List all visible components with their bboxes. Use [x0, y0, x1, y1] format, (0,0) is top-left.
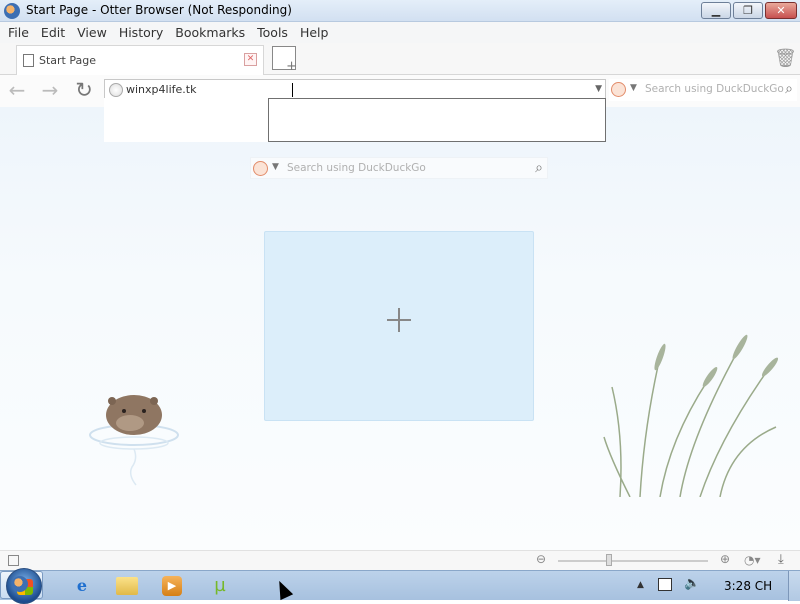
menu-bar: File Edit View History Bookmarks Tools H…	[0, 22, 800, 43]
zoom-out-icon[interactable]: ⊖	[536, 552, 546, 566]
utorrent-icon[interactable]: µ	[208, 574, 232, 598]
status-bar: ⊖ ⊕ ◔▾ ⤓	[0, 550, 800, 570]
plus-icon	[387, 308, 411, 332]
menu-view[interactable]: View	[73, 25, 115, 40]
menu-bookmarks[interactable]: Bookmarks	[171, 25, 253, 40]
cookies-icon[interactable]: ◔▾	[744, 553, 761, 567]
reeds-illustration	[603, 334, 779, 497]
chevron-down-icon[interactable]: ▼	[595, 84, 602, 94]
duckduckgo-icon[interactable]	[253, 161, 268, 176]
search-icon[interactable]: ⌕	[785, 81, 793, 97]
start-page-content: ▼ Search using DuckDuckGo ⌕	[0, 107, 800, 550]
chevron-down-icon[interactable]: ▼	[272, 162, 279, 172]
autocomplete-list[interactable]	[268, 98, 606, 142]
search-icon[interactable]: ⌕	[535, 160, 543, 176]
tab-label: Start Page	[39, 54, 96, 67]
menu-help[interactable]: Help	[296, 25, 337, 40]
chevron-down-icon[interactable]: ▼	[630, 83, 637, 93]
tab-start-page[interactable]: Start Page ✕	[16, 45, 264, 75]
maximize-button[interactable]: ❐	[733, 2, 763, 19]
window-title: Start Page - Otter Browser (Not Respondi…	[26, 3, 292, 17]
windows-taskbar: e ▶ µ ▲ 🔈 3:28 CH	[0, 568, 800, 604]
zoom-slider-handle[interactable]	[606, 554, 612, 566]
sidebar-toggle-icon[interactable]	[8, 555, 19, 566]
network-icon[interactable]	[658, 578, 672, 591]
zoom-in-icon[interactable]: ⊕	[720, 552, 730, 566]
show-desktop-button[interactable]	[788, 571, 800, 601]
taskbar-clock[interactable]: 3:28 CH	[724, 579, 772, 593]
minimize-button[interactable]: ▁	[701, 2, 731, 19]
menu-file[interactable]: File	[4, 25, 37, 40]
new-tab-button[interactable]	[272, 46, 297, 74]
add-speed-dial-tile[interactable]	[264, 231, 534, 421]
menu-history[interactable]: History	[115, 25, 171, 40]
show-hidden-icons-icon[interactable]: ▲	[637, 580, 644, 590]
volume-icon[interactable]: 🔈	[684, 576, 700, 591]
trash-icon[interactable]: 🗑	[774, 48, 797, 70]
start-page-search-field[interactable]: ▼ Search using DuckDuckGo ⌕	[250, 157, 548, 179]
start-page-search-placeholder: Search using DuckDuckGo	[287, 162, 426, 174]
duckduckgo-icon[interactable]	[611, 82, 626, 97]
close-tab-icon[interactable]: ✕	[244, 53, 257, 66]
zoom-slider[interactable]	[558, 560, 708, 562]
menu-tools[interactable]: Tools	[253, 25, 296, 40]
globe-icon	[109, 83, 123, 97]
page-icon	[23, 54, 34, 67]
tab-bar: Start Page ✕ 🗑	[0, 43, 800, 75]
otter-browser-icon	[4, 3, 20, 19]
internet-explorer-icon[interactable]: e	[70, 574, 94, 598]
text-caret	[292, 83, 293, 97]
reload-icon[interactable]: ↻	[72, 79, 96, 103]
forward-arrow-icon[interactable]: →	[38, 79, 62, 103]
download-icon[interactable]: ⤓	[778, 552, 784, 567]
back-arrow-icon[interactable]: ←	[5, 79, 29, 103]
file-explorer-icon[interactable]	[116, 577, 138, 595]
otter-illustration	[89, 395, 179, 486]
address-autocomplete-popup	[104, 98, 606, 142]
popup-blank-area	[104, 98, 268, 142]
search-placeholder: Search using DuckDuckGo	[645, 83, 784, 95]
address-text: winxp4life.tk	[126, 83, 197, 96]
menu-edit[interactable]: Edit	[37, 25, 73, 40]
otter-browser-icon	[12, 576, 28, 592]
close-button[interactable]: ✕	[765, 2, 797, 19]
search-field[interactable]: ▼ Search using DuckDuckGo ⌕	[609, 79, 797, 101]
media-player-icon[interactable]: ▶	[162, 576, 182, 596]
title-bar: Start Page - Otter Browser (Not Respondi…	[0, 0, 800, 22]
